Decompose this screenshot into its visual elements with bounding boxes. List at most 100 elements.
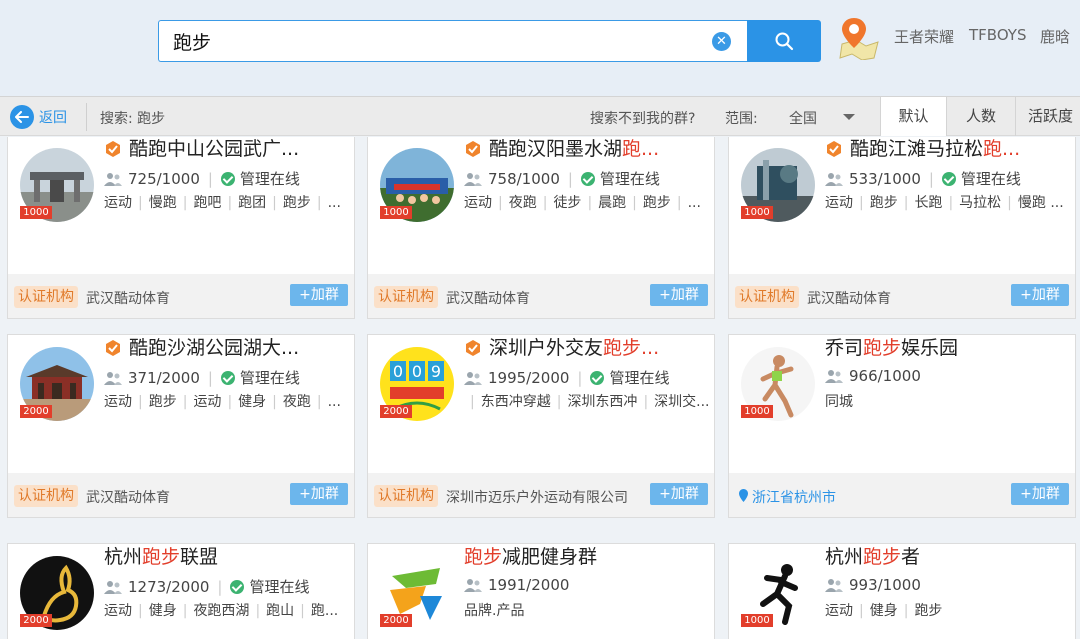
group-name-text: 杭州 [104, 546, 143, 568]
member-count: 1991/2000 [488, 576, 570, 594]
group-name-text: 酷跑汉阳墨水湖 [489, 138, 623, 160]
tag: 东西冲穿越 [464, 394, 551, 410]
tag: 运动 [104, 394, 132, 410]
tag: 慢跑 ... [1001, 195, 1064, 211]
manager-status: 管理在线 [599, 170, 660, 188]
sort-tab-default[interactable]: 默认 [880, 97, 946, 136]
search-box[interactable]: ✕ [158, 20, 748, 62]
search-input[interactable] [173, 29, 693, 53]
group-card[interactable]: 1000杭州跑步者993/1000运动健身跑步 [728, 543, 1076, 639]
member-count: 533/1000 [849, 169, 921, 188]
card-footer: 认证机构 武汉酷动体育 +加群 [729, 274, 1075, 318]
group-card[interactable]: 2000酷跑沙湖公园湖大...371/2000|管理在线运动跑步运动健身夜跑..… [7, 334, 355, 518]
tag: 长跑 [898, 195, 943, 211]
group-card[interactable]: 0092000深圳户外交友跑步...1995/2000|管理在线东西冲穿越深圳东… [367, 334, 715, 518]
member-cap-badge: 2000 [20, 405, 52, 418]
member-info: 1991/2000 [464, 576, 569, 594]
tag: 跑吧 [177, 195, 222, 211]
group-name[interactable]: 深圳户外交友跑步... [489, 335, 714, 361]
svg-text:9: 9 [431, 362, 441, 381]
card-footer: 认证机构 深圳市迈乐户外运动有限公司 +加群 [368, 473, 714, 517]
divider [86, 103, 87, 131]
certified-badge: 认证机构 [735, 286, 799, 308]
group-name[interactable]: 杭州跑步联盟 [104, 544, 334, 570]
top-bar: ✕ 王者荣耀 TFBOYS 鹿晗 [0, 0, 1080, 96]
people-icon [825, 579, 843, 592]
back-button[interactable]: 返回 [10, 105, 67, 129]
group-name[interactable]: 跑步减肥健身群 [464, 544, 694, 570]
clear-icon[interactable]: ✕ [712, 32, 731, 51]
group-card[interactable]: 2000 跑步减肥健身群 1991/2000 品牌.产品 [367, 543, 715, 639]
map-location-icon[interactable] [836, 14, 880, 60]
tag: 健身 [132, 603, 177, 619]
member-cap-badge: 1000 [20, 206, 52, 219]
group-card[interactable]: 1000 酷跑中山公园武广... 725/1000 | 管理在线运动慢跑跑吧跑团跑步..… [7, 137, 355, 319]
member-cap-badge: 1000 [741, 405, 773, 418]
group-name-text: 乔司 [825, 337, 864, 359]
group-card[interactable]: 1000 乔司跑步娱乐园 966/1000 同城 浙江省杭州市 +加群 [728, 334, 1076, 518]
group-name[interactable]: 酷跑沙湖公园湖大... [129, 335, 354, 361]
manager-status: 管理在线 [249, 578, 310, 596]
check-icon [580, 171, 595, 186]
people-icon [104, 371, 122, 385]
join-group-button[interactable]: +加群 [290, 483, 348, 505]
group-tags: 运动健身夜跑西湖跑山跑... [104, 600, 348, 620]
group-name[interactable]: 杭州跑步者 [825, 544, 1055, 570]
group-tags: 运动跑步长跑马拉松慢跑 ... [825, 192, 1069, 212]
tag: ... [311, 195, 341, 211]
group-name-text: 酷跑江滩马拉松 [850, 138, 984, 160]
not-found-link[interactable]: 搜索不到我的群? [590, 108, 695, 128]
check-icon [590, 370, 605, 385]
member-info: 371/2000 | 管理在线 [104, 367, 300, 388]
group-name-text: 酷跑中山公园武广... [129, 138, 300, 160]
check-icon [220, 171, 235, 186]
group-tags: 运动跑步运动健身夜跑... [104, 391, 348, 411]
divider: | [207, 169, 213, 188]
people-icon [825, 370, 843, 383]
tag: 跑步 [626, 195, 671, 211]
group-name-text: 减肥健身群 [502, 546, 598, 568]
divider: | [928, 169, 934, 188]
group-name[interactable]: 酷跑汉阳墨水湖跑... [489, 137, 714, 162]
member-count: 758/1000 [488, 169, 560, 188]
group-card[interactable]: 1000 酷跑江滩马拉松跑... 533/1000 | 管理在线运动跑步长跑马拉松慢跑 … [728, 137, 1076, 319]
hotword-link[interactable]: 鹿晗 [1040, 26, 1070, 47]
group-card[interactable]: 2000 杭州跑步联盟 1273/2000 | 管理在线运动健身夜跑西湖跑山跑... [7, 543, 355, 639]
manager-status: 管理在线 [239, 369, 300, 387]
check-icon [941, 171, 956, 186]
hotword-link[interactable]: 王者荣耀 [894, 26, 954, 47]
sort-tab-members[interactable]: 人数 [946, 97, 1015, 136]
search-button[interactable] [747, 20, 821, 62]
group-name-keyword: 跑... [622, 138, 660, 160]
chevron-down-icon[interactable] [843, 114, 855, 120]
tag: 运动 [464, 195, 492, 211]
tag: 慢跑 [132, 195, 177, 211]
member-count: 993/1000 [849, 576, 921, 594]
join-group-button[interactable]: +加群 [650, 483, 708, 505]
group-card[interactable]: 1000 酷跑汉阳墨水湖跑... 758/1000 | 管理在线运动夜跑徒步晨跑跑步..… [367, 137, 715, 319]
tag: 跑山 [249, 603, 294, 619]
group-name-keyword: 跑步 [863, 337, 902, 359]
group-name[interactable]: 酷跑中山公园武广... [129, 137, 354, 162]
manager-status: 管理在线 [960, 170, 1021, 188]
certified-badge: 认证机构 [14, 485, 78, 507]
group-name-keyword: 跑步 [464, 546, 503, 568]
verified-badge-icon [466, 340, 480, 356]
tag: 跑步 [853, 195, 898, 211]
join-group-button[interactable]: +加群 [1011, 483, 1069, 505]
card-footer: 认证机构 武汉酷动体育 +加群 [8, 274, 354, 318]
join-group-button[interactable]: +加群 [290, 284, 348, 306]
join-group-button[interactable]: +加群 [1011, 284, 1069, 306]
tag: 品牌.产品 [464, 603, 525, 619]
sort-tab-activity[interactable]: 活跃度 [1015, 97, 1080, 136]
group-name-text: 者 [901, 546, 921, 568]
verified-badge-icon [827, 141, 841, 157]
member-info: 966/1000 [825, 367, 921, 385]
group-name[interactable]: 乔司跑步娱乐园 [825, 335, 1055, 361]
join-group-button[interactable]: +加群 [650, 284, 708, 306]
group-name[interactable]: 酷跑江滩马拉松跑... [850, 137, 1075, 162]
tag: 健身 [221, 394, 266, 410]
location-text: 浙江省杭州市 [752, 490, 836, 506]
hotword-link[interactable]: TFBOYS [969, 26, 1027, 44]
range-select[interactable]: 全国 [789, 108, 817, 128]
